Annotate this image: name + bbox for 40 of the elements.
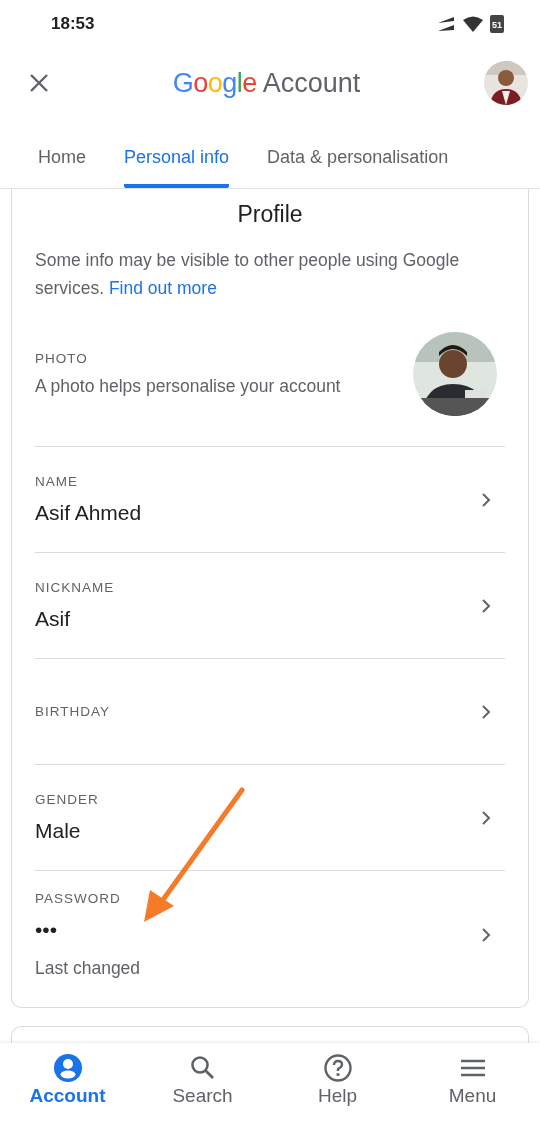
battery-icon: 51 bbox=[490, 15, 504, 33]
tab[interactable]: Personal info bbox=[124, 147, 230, 188]
field-value: Asif Ahmed bbox=[35, 501, 143, 525]
chevron-icon bbox=[481, 703, 491, 720]
app-title: Google Account bbox=[171, 67, 362, 99]
photo-description: A photo helps personalise your account bbox=[35, 376, 342, 397]
account-icon bbox=[52, 1053, 83, 1083]
nav-item[interactable]: Menu bbox=[405, 1043, 540, 1123]
field-value: Asif bbox=[35, 607, 71, 631]
profile-row[interactable]: GENDER Male bbox=[35, 765, 505, 871]
profile-row[interactable]: NICKNAME Asif bbox=[35, 553, 505, 659]
profile-row[interactable]: BIRTHDAY bbox=[35, 659, 505, 765]
field-label: NICKNAME bbox=[35, 580, 116, 595]
status-time: 18:53 bbox=[51, 14, 95, 34]
field-value: Male bbox=[35, 819, 82, 843]
find-out-more-link[interactable]: Find out more bbox=[108, 278, 217, 298]
chevron-icon bbox=[481, 927, 491, 943]
field-label: PASSWORD bbox=[35, 891, 122, 906]
tab[interactable]: Home bbox=[38, 147, 86, 188]
help-icon bbox=[322, 1053, 353, 1083]
close-icon[interactable] bbox=[29, 73, 49, 93]
field-label: NAME bbox=[35, 474, 79, 489]
tab[interactable]: Data & personalisation bbox=[267, 147, 449, 188]
field-value: ••• bbox=[35, 918, 59, 942]
field-note: Last changed bbox=[35, 958, 142, 979]
field-label: PHOTO bbox=[35, 351, 89, 366]
wifi-icon bbox=[462, 16, 484, 32]
nav-item[interactable]: Help bbox=[270, 1043, 405, 1123]
intro-text: Some info may be visible to other people using Google services. Find out more bbox=[35, 249, 461, 300]
signal-icon bbox=[436, 16, 456, 32]
profile-row[interactable]: NAME Asif Ahmed bbox=[35, 447, 505, 553]
field-label: BIRTHDAY bbox=[35, 704, 111, 719]
profile-row[interactable]: PASSWORD ••• Last changed bbox=[35, 871, 505, 999]
field-label: GENDER bbox=[35, 792, 100, 807]
chevron-icon bbox=[481, 597, 491, 614]
section-title: Profile bbox=[236, 201, 304, 228]
nav-item[interactable]: Account bbox=[0, 1043, 135, 1123]
nav-item[interactable]: Search bbox=[135, 1043, 270, 1123]
chevron-icon bbox=[481, 809, 491, 826]
chevron-icon bbox=[481, 491, 491, 508]
